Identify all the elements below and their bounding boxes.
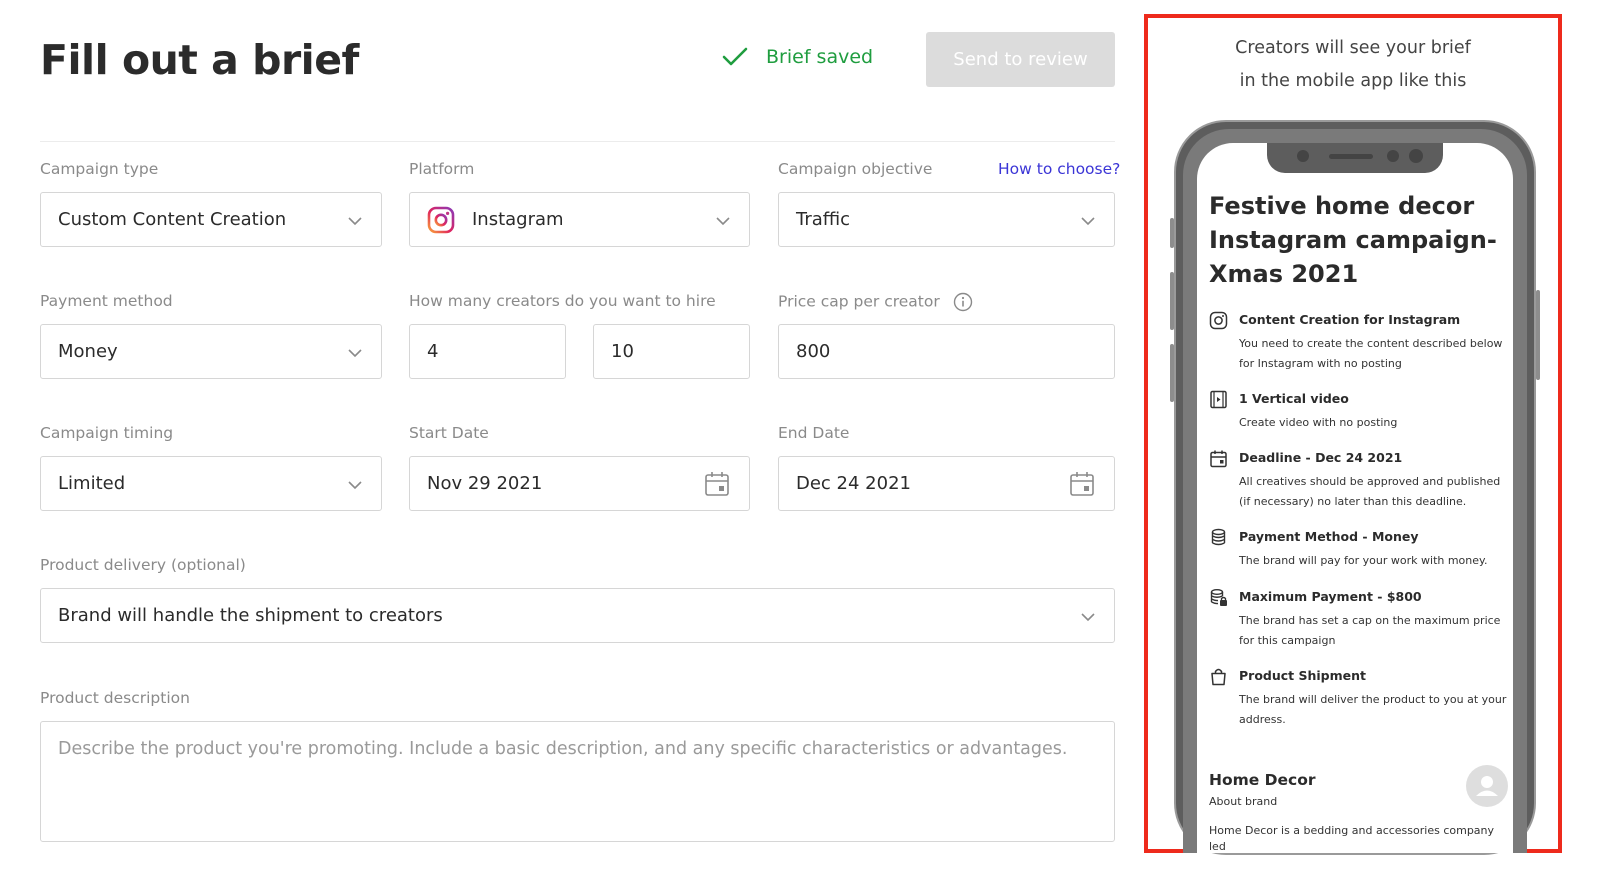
price-cap-value: 800: [796, 341, 831, 362]
preview-brand-name: Home Decor: [1209, 771, 1316, 789]
chevron-down-icon: [348, 217, 362, 226]
info-icon[interactable]: [953, 292, 973, 312]
coins-icon: [1211, 528, 1226, 546]
preview-item-title: Maximum Payment - $800: [1239, 589, 1422, 604]
video-icon: [1210, 390, 1227, 409]
campaign-timing-value: Limited: [58, 473, 126, 494]
payment-method-label: Payment method: [40, 292, 173, 310]
preview-brief-title: Festive home decor Instagram campaign-Xm…: [1209, 192, 1497, 288]
campaign-timing-select[interactable]: Limited: [40, 456, 382, 511]
chevron-down-icon: [1081, 613, 1095, 622]
instagram-icon: [1209, 311, 1228, 330]
campaign-type-select[interactable]: Custom Content Creation: [40, 192, 382, 247]
preview-item-desc: The brand will pay for your work with mo…: [1239, 554, 1488, 567]
camera-icon: [1297, 150, 1309, 162]
start-date-input[interactable]: Nov 29 2021: [409, 456, 750, 511]
campaign-objective-select[interactable]: Traffic: [778, 192, 1115, 247]
chevron-down-icon: [1081, 217, 1095, 226]
product-description-input[interactable]: [40, 721, 1115, 842]
coins-lock-icon: [1210, 589, 1227, 606]
platform-label: Platform: [409, 160, 475, 178]
price-cap-input[interactable]: 800: [778, 324, 1115, 379]
phone-side-button: [1170, 272, 1174, 330]
chevron-down-icon: [716, 217, 730, 226]
chevron-down-icon: [348, 481, 362, 490]
preview-item-title: Content Creation for Instagram: [1239, 312, 1461, 327]
campaign-type-label: Campaign type: [40, 160, 159, 178]
start-date-label: Start Date: [409, 424, 489, 442]
campaign-objective-value: Traffic: [796, 209, 851, 230]
campaign-type-value: Custom Content Creation: [58, 209, 287, 230]
phone-bezel: Festive home decor Instagram campaign-Xm…: [1183, 129, 1527, 853]
preview-item-desc: You need to create the content described…: [1239, 337, 1503, 370]
product-delivery-value: Brand will handle the shipment to creato…: [58, 605, 443, 626]
preview-item-title: 1 Vertical video: [1239, 391, 1349, 406]
preview-item-desc: The brand will deliver the product to yo…: [1239, 693, 1507, 726]
chevron-down-icon: [348, 349, 362, 358]
sensor-icon: [1387, 150, 1399, 162]
preview-item-title: Deadline - Dec 24 2021: [1239, 450, 1403, 465]
price-cap-label-text: Price cap per creator: [778, 292, 940, 311]
payment-method-value: Money: [58, 341, 118, 362]
calendar-icon[interactable]: [703, 470, 731, 498]
send-to-review-button[interactable]: Send to review: [926, 32, 1115, 87]
shopping-bag-icon: [1211, 668, 1226, 686]
preview-item-title: Product Shipment: [1239, 668, 1367, 683]
platform-value: Instagram: [472, 209, 564, 230]
product-description-label: Product description: [40, 689, 190, 707]
preview-caption-line1: Creators will see your brief: [1235, 38, 1471, 58]
avatar: [1466, 765, 1508, 807]
payment-method-select[interactable]: Money: [40, 324, 382, 379]
save-status: Brief saved: [722, 46, 873, 68]
camera-icon: [1409, 149, 1423, 163]
calendar-icon[interactable]: [1068, 470, 1096, 498]
preview-item-desc: The brand has set a cap on the maximum p…: [1239, 614, 1501, 647]
preview-brand-subtitle: About brand: [1209, 795, 1278, 808]
phone-side-button: [1536, 290, 1540, 380]
instagram-icon: [427, 206, 455, 233]
platform-select[interactable]: Instagram: [409, 192, 750, 247]
preview-brand-description: Home Decor is a bedding and accessories …: [1209, 824, 1495, 853]
end-date-input[interactable]: Dec 24 2021: [778, 456, 1115, 511]
preview-item-desc: All creatives should be approved and pub…: [1239, 475, 1501, 508]
price-cap-label: Price cap per creator: [778, 292, 973, 312]
end-date-label: End Date: [778, 424, 850, 442]
save-status-text: Brief saved: [766, 46, 874, 68]
phone-screen: Festive home decor Instagram campaign-Xm…: [1197, 143, 1513, 853]
phone-side-button: [1170, 218, 1174, 248]
creators-min-value: 4: [427, 341, 439, 362]
campaign-objective-label: Campaign objective: [778, 160, 933, 178]
campaign-timing-label: Campaign timing: [40, 424, 174, 442]
how-to-choose-link[interactable]: How to choose?: [998, 160, 1120, 178]
preview-item-title: Payment Method - Money: [1239, 529, 1419, 544]
creators-count-label: How many creators do you want to hire: [409, 292, 716, 310]
calendar-icon: [1210, 450, 1227, 468]
checkmark-icon: [722, 47, 748, 66]
creators-max-value: 10: [611, 341, 634, 362]
speaker-icon: [1329, 154, 1373, 159]
phone-side-button: [1170, 344, 1174, 402]
product-delivery-select[interactable]: Brand will handle the shipment to creato…: [40, 588, 1115, 643]
start-date-value: Nov 29 2021: [427, 473, 543, 494]
user-icon: [1476, 776, 1498, 796]
preview-caption-line2: in the mobile app like this: [1239, 71, 1467, 91]
phone-notch: [1267, 143, 1443, 173]
phone-mockup: Festive home decor Instagram campaign-Xm…: [1170, 120, 1540, 855]
creators-min-input[interactable]: 4: [409, 324, 566, 379]
product-delivery-label: Product delivery (optional): [40, 556, 246, 574]
page-title: Fill out a brief: [40, 36, 359, 84]
creators-max-input[interactable]: 10: [593, 324, 750, 379]
end-date-value: Dec 24 2021: [796, 473, 911, 494]
divider: [40, 141, 1115, 142]
mobile-preview-panel: Creators will see your brief in the mobi…: [1144, 14, 1562, 855]
preview-item-desc: Create video with no posting: [1239, 416, 1398, 429]
